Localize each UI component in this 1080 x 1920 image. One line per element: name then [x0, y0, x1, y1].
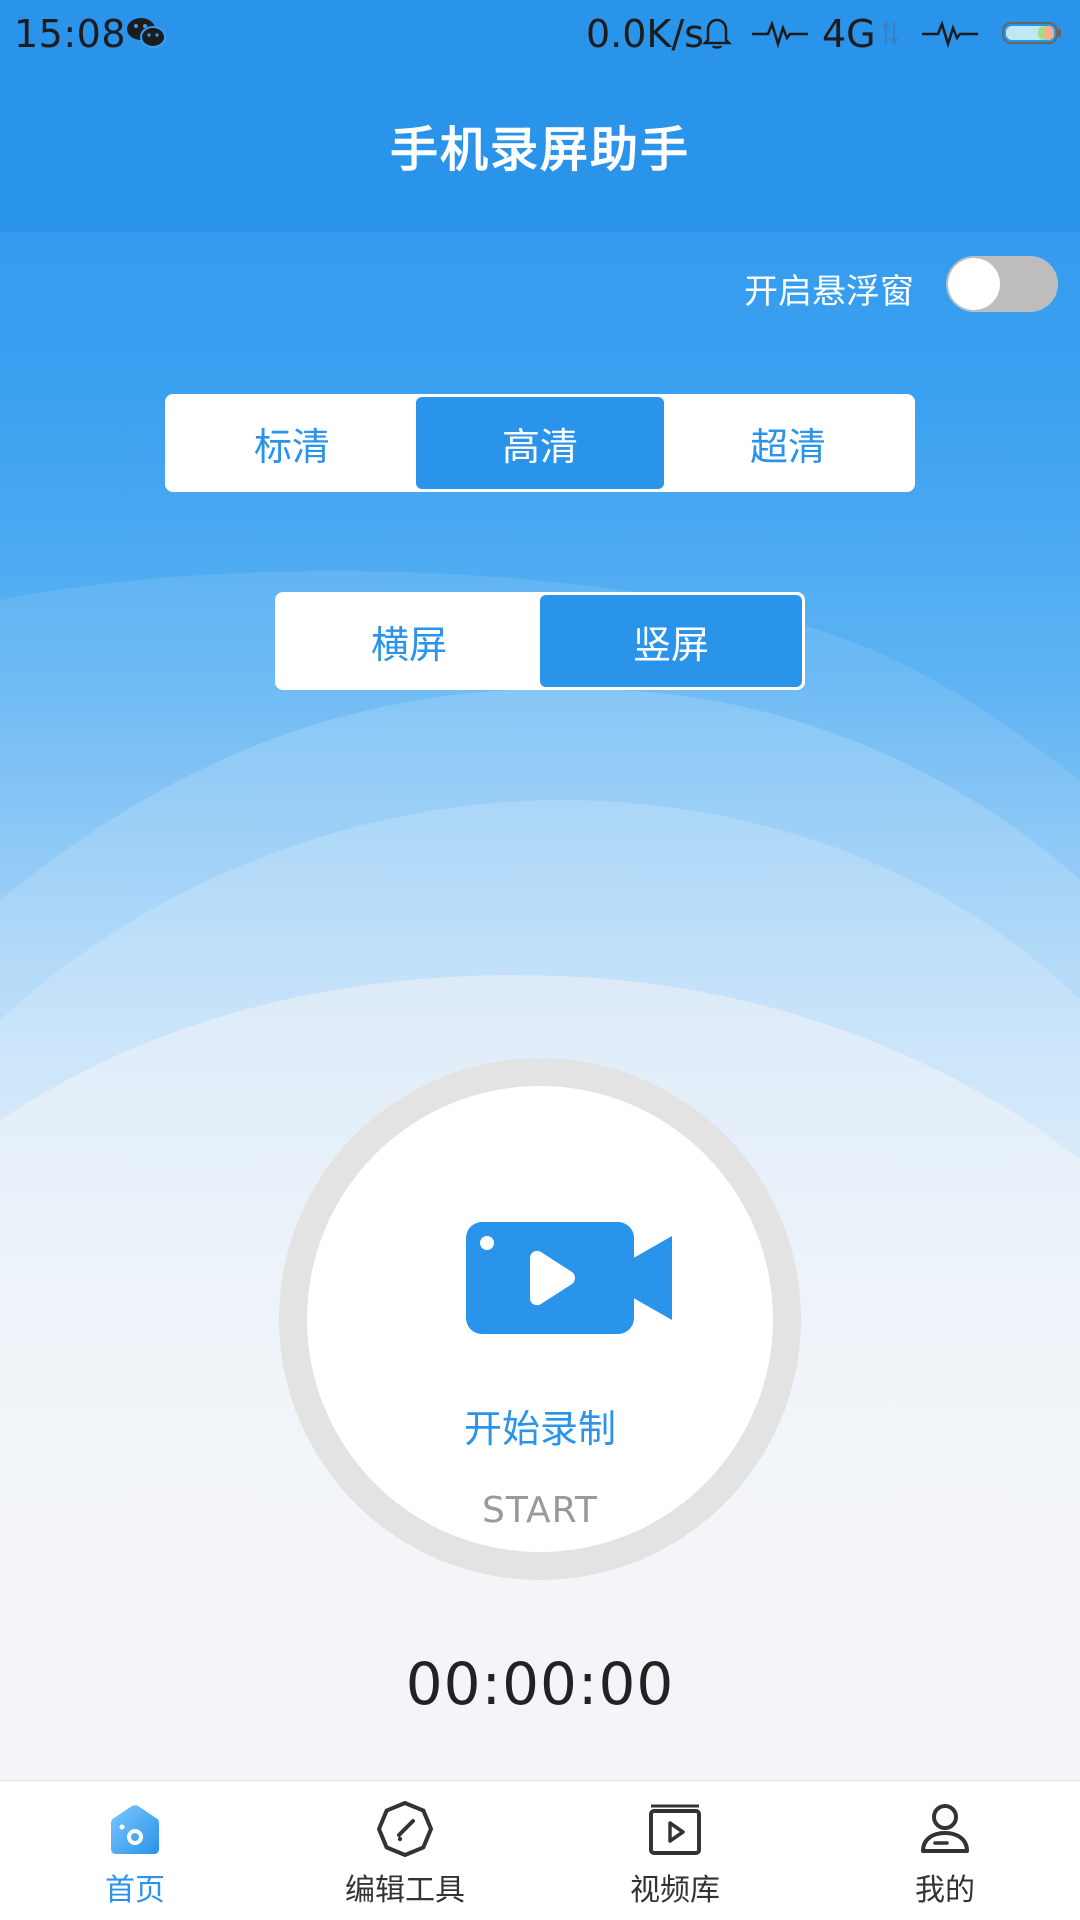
- network-speed: 0.0K/s: [586, 12, 704, 56]
- bottom-nav: 首页 编辑工具 视频库 我的: [0, 1780, 1080, 1920]
- wechat-icon: [127, 18, 166, 48]
- record-label: 开始录制: [463, 1407, 616, 1451]
- screen: 15:08 0.0K/s 4G 手机录屏助手 开启悬浮窗 标清 高清 超清 横屏…: [0, 0, 1080, 1920]
- battery-icon: [1002, 22, 1061, 44]
- video-library-icon: [649, 1804, 701, 1855]
- status-time: 15:08: [14, 12, 127, 56]
- quality-option-hd[interactable]: 高清: [416, 397, 664, 489]
- nav-item-home[interactable]: 首页: [0, 1781, 270, 1920]
- quality-option-uhd[interactable]: 超清: [664, 397, 912, 489]
- data-arrows-icon: [882, 21, 898, 45]
- toggle-knob: [948, 258, 1000, 310]
- edit-tools-icon: [377, 1801, 433, 1857]
- nav-item-edit-tools[interactable]: 编辑工具: [270, 1781, 540, 1920]
- nav-label-video-library: 视频库: [630, 1873, 720, 1908]
- record-button-inner: 开始录制 START: [307, 1086, 773, 1552]
- record-sub-label: START: [481, 1490, 599, 1531]
- float-window-label: 开启悬浮窗: [744, 272, 914, 312]
- nav-label-profile: 我的: [915, 1873, 975, 1908]
- record-timer: 00:00:00: [405, 1650, 675, 1718]
- nav-label-edit-tools: 编辑工具: [345, 1873, 465, 1908]
- orientation-option-landscape[interactable]: 横屏: [278, 595, 540, 687]
- profile-icon: [921, 1804, 969, 1853]
- pulse-icon: [922, 20, 978, 48]
- float-window-toggle[interactable]: [946, 256, 1058, 312]
- nav-item-profile[interactable]: 我的: [810, 1781, 1080, 1920]
- home-icon: [111, 1805, 159, 1854]
- video-camera-icon: [466, 1222, 672, 1334]
- quality-option-sd[interactable]: 标清: [168, 397, 416, 489]
- bell-icon: [702, 18, 732, 49]
- orientation-selector: 横屏 竖屏: [275, 592, 805, 690]
- pulse-icon: [752, 20, 808, 48]
- orientation-option-portrait[interactable]: 竖屏: [540, 595, 802, 687]
- network-type: 4G: [822, 12, 876, 56]
- record-button[interactable]: 开始录制 START: [279, 1058, 801, 1580]
- nav-label-home: 首页: [105, 1873, 165, 1908]
- status-bar: 15:08 0.0K/s 4G: [0, 0, 1080, 70]
- quality-selector: 标清 高清 超清: [165, 394, 915, 492]
- nav-item-video-library[interactable]: 视频库: [540, 1781, 810, 1920]
- page-title: 手机录屏助手: [389, 122, 690, 178]
